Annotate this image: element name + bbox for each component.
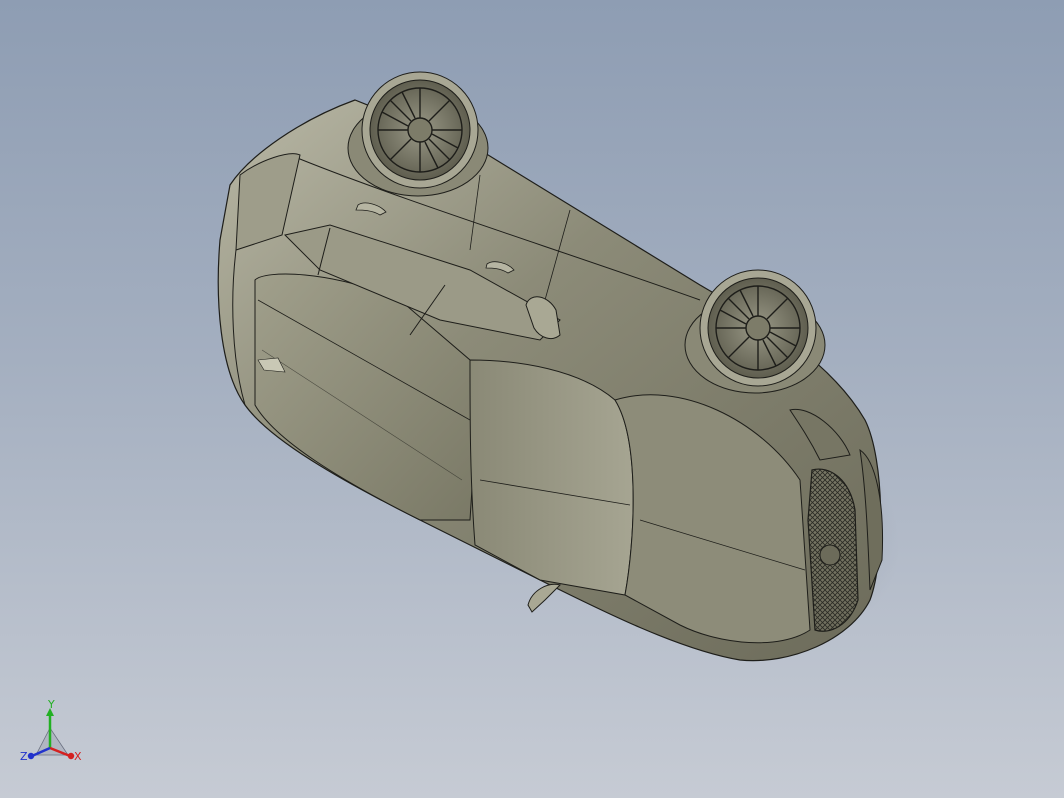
rear-wheel[interactable] bbox=[347, 71, 489, 197]
hood-panel[interactable] bbox=[469, 359, 634, 596]
front-grille[interactable] bbox=[807, 468, 859, 632]
x-axis-label: X bbox=[74, 750, 82, 763]
lower-mirror[interactable] bbox=[527, 583, 561, 613]
coordinate-triad[interactable]: Y X Z bbox=[18, 700, 88, 770]
y-axis-label: Y bbox=[47, 700, 55, 711]
graphics-viewport[interactable]: Y X Z bbox=[0, 0, 1064, 798]
car-model[interactable] bbox=[0, 0, 1064, 798]
z-axis-label: Z bbox=[20, 750, 28, 763]
